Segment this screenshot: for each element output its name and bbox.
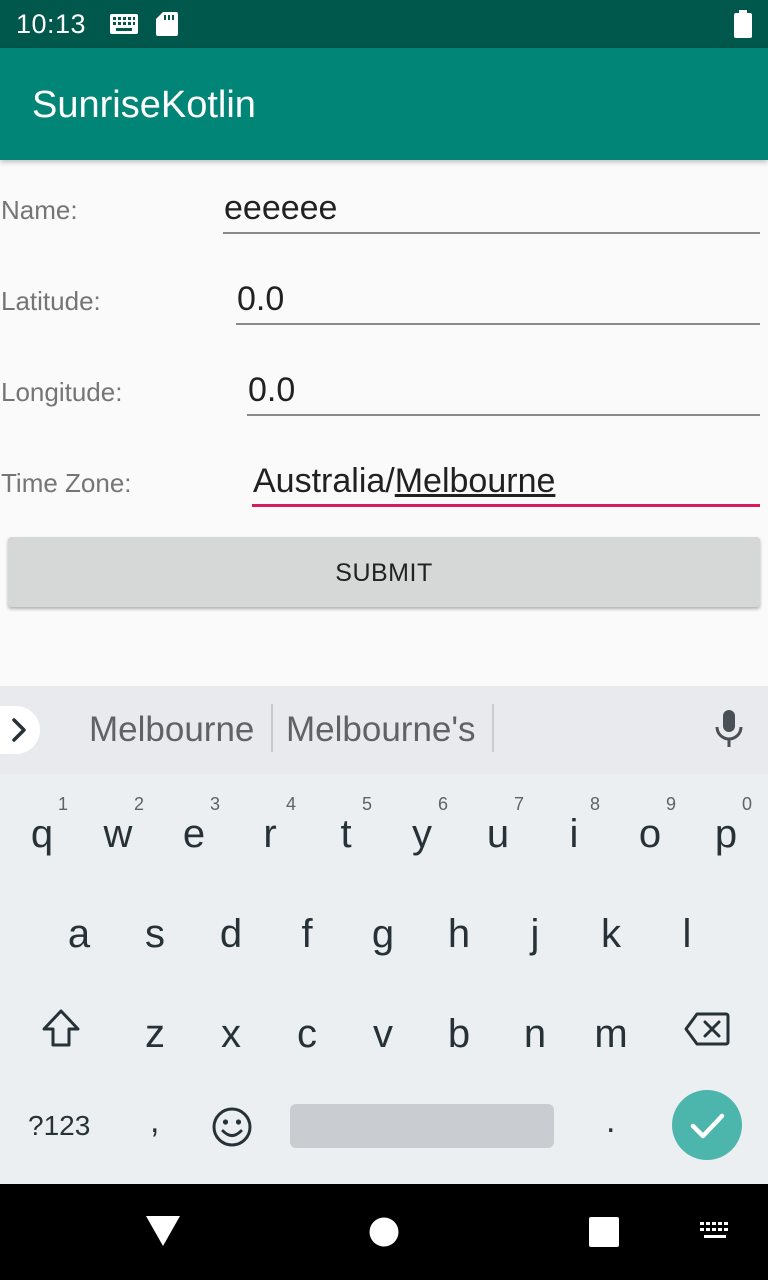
latitude-label: Latitude: [1, 286, 101, 316]
suggestion-1[interactable]: Melbourne [89, 710, 254, 750]
symbols-key[interactable]: ?123 [28, 1110, 90, 1142]
navigation-bar [0, 1184, 768, 1280]
key-e[interactable]: e3 [156, 788, 232, 888]
emoji-icon [212, 1107, 252, 1147]
enter-key[interactable] [672, 1090, 742, 1160]
timezone-text: Australia/ [253, 462, 395, 500]
back-icon[interactable] [146, 1216, 180, 1251]
key-q[interactable]: q1 [4, 788, 80, 888]
comma-key[interactable]: , [150, 1102, 159, 1141]
key-w[interactable]: w2 [80, 788, 156, 888]
key-l[interactable]: l [649, 888, 725, 988]
suggestion-strip: Melbourne Melbourne's [0, 686, 768, 774]
recents-icon[interactable] [589, 1217, 619, 1252]
key-a[interactable]: a [41, 888, 117, 988]
latitude-field[interactable]: 0.0 [236, 279, 760, 325]
home-icon[interactable] [369, 1217, 399, 1252]
app-bar: SunriseKotlin [0, 48, 768, 160]
key-c[interactable]: c [269, 988, 345, 1088]
shift-icon [42, 1009, 80, 1047]
timezone-field[interactable]: Australia/Melbourne [252, 461, 760, 507]
soft-keyboard: Melbourne Melbourne's q1 w2 e3 r4 t5 y6 … [0, 686, 768, 1184]
keyboard-switch-icon[interactable] [698, 1220, 732, 1247]
period-key[interactable]: . [606, 1102, 615, 1141]
space-key[interactable] [290, 1104, 554, 1148]
suggestion-2[interactable]: Melbourne's [286, 710, 476, 750]
key-g[interactable]: g [345, 888, 421, 988]
backspace-icon [684, 1012, 730, 1046]
key-r[interactable]: r4 [232, 788, 308, 888]
suggestion-divider [271, 704, 273, 752]
key-k[interactable]: k [573, 888, 649, 988]
sd-card-icon [156, 12, 178, 41]
status-time: 10:13 [16, 9, 87, 39]
checkmark-icon [690, 1113, 725, 1139]
key-d[interactable]: d [193, 888, 269, 988]
key-t[interactable]: t5 [308, 788, 384, 888]
timezone-composing-text: Melbourne [394, 462, 556, 500]
key-m[interactable]: m [573, 988, 649, 1088]
longitude-field[interactable]: 0.0 [247, 370, 760, 416]
app-title: SunriseKotlin [32, 84, 256, 126]
status-bar: 10:13 [0, 0, 768, 48]
backspace-key[interactable] [684, 1012, 730, 1051]
timezone-label: Time Zone: [1, 468, 132, 498]
key-u[interactable]: u7 [460, 788, 536, 888]
keyboard-notification-icon [110, 14, 138, 39]
shift-key[interactable] [40, 1008, 82, 1053]
key-j[interactable]: j [497, 888, 573, 988]
chevron-right-icon [12, 718, 26, 742]
key-x[interactable]: x [193, 988, 269, 1088]
key-b[interactable]: b [421, 988, 497, 1088]
name-field[interactable]: eeeeee [223, 188, 760, 234]
microphone-icon[interactable] [714, 710, 744, 753]
emoji-key[interactable] [211, 1106, 253, 1153]
key-o[interactable]: o9 [612, 788, 688, 888]
key-s[interactable]: s [117, 888, 193, 988]
key-p[interactable]: p0 [688, 788, 764, 888]
battery-icon [734, 10, 752, 43]
suggestion-divider [492, 704, 494, 752]
key-y[interactable]: y6 [384, 788, 460, 888]
submit-button[interactable]: SUBMIT [8, 537, 760, 607]
name-label: Name: [1, 195, 78, 225]
key-f[interactable]: f [269, 888, 345, 988]
key-h[interactable]: h [421, 888, 497, 988]
key-n[interactable]: n [497, 988, 573, 1088]
expand-toolbar-button[interactable] [0, 706, 40, 754]
longitude-label: Longitude: [1, 377, 123, 407]
key-v[interactable]: v [345, 988, 421, 1088]
key-i[interactable]: i8 [536, 788, 612, 888]
key-z[interactable]: z [117, 988, 193, 1088]
